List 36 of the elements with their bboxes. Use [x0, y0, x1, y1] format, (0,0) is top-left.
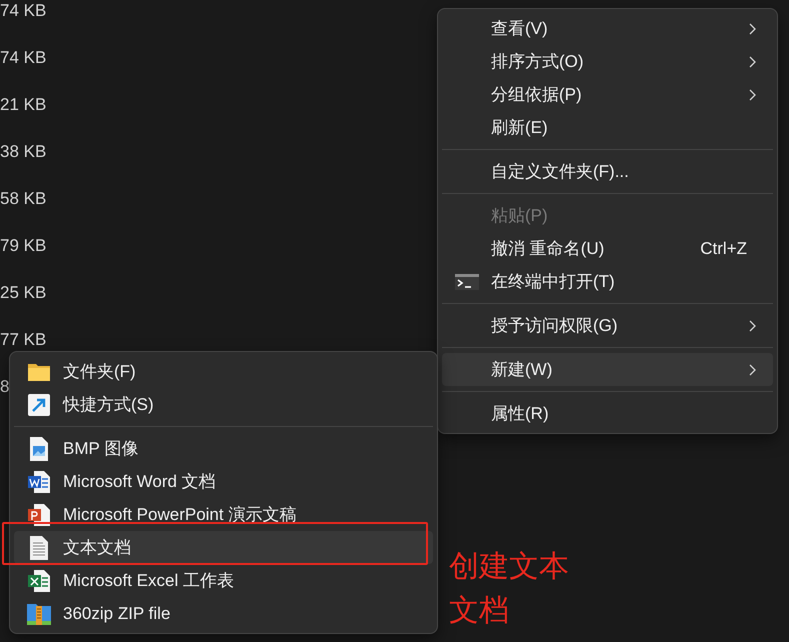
menu-item[interactable]: 查看(V) — [442, 12, 773, 45]
menu-item[interactable]: Microsoft Excel 工作表 — [14, 564, 433, 597]
menu-item[interactable]: 排序方式(O) — [442, 45, 773, 78]
file-size: 25 KB — [0, 282, 46, 304]
file-size: 8 — [0, 376, 10, 398]
menu-item[interactable]: 360zip ZIP file — [14, 597, 433, 630]
menu-item[interactable]: 在终端中打开(T) — [442, 265, 773, 298]
menu-item[interactable]: 文本文档 — [14, 531, 433, 564]
file-size: 38 KB — [0, 141, 46, 163]
menu-item[interactable]: 自定义文件夹(F)... — [442, 155, 773, 188]
file-size: 21 KB — [0, 94, 46, 116]
menu-item[interactable]: 分组依据(P) — [442, 78, 773, 111]
text-document-icon — [30, 536, 48, 560]
file-size: 74 KB — [0, 0, 46, 22]
menu-item[interactable]: 新建(W) — [442, 353, 773, 386]
powerpoint-document-icon — [28, 504, 50, 526]
menu-item[interactable]: Microsoft Word 文档 — [14, 465, 433, 498]
file-size: 58 KB — [0, 188, 46, 210]
menu-item[interactable]: Microsoft PowerPoint 演示文稿 — [14, 498, 433, 531]
folder-icon — [26, 362, 50, 382]
file-size: 79 KB — [0, 235, 46, 257]
file-size: 77 KB — [0, 329, 46, 351]
menu-item[interactable]: 属性(R) — [442, 397, 773, 430]
menu-item[interactable]: 快捷方式(S) — [14, 388, 433, 421]
menu-item[interactable]: 撤消 重命名(U) Ctrl+Z — [442, 232, 773, 265]
file-size: 74 KB — [0, 47, 46, 69]
excel-document-icon — [28, 570, 50, 592]
menu-item[interactable]: 刷新(E) — [442, 111, 773, 144]
word-document-icon — [28, 470, 50, 492]
menu-item[interactable]: BMP 图像 — [14, 432, 433, 465]
zip-archive-icon — [26, 602, 50, 626]
image-file-icon — [30, 436, 48, 460]
menu-item[interactable]: 授予访问权限(G) — [442, 309, 773, 342]
annotation-text: 创建文本文档 — [449, 549, 570, 629]
terminal-icon — [454, 274, 478, 290]
menu-item[interactable]: 文件夹(F) — [14, 355, 433, 388]
